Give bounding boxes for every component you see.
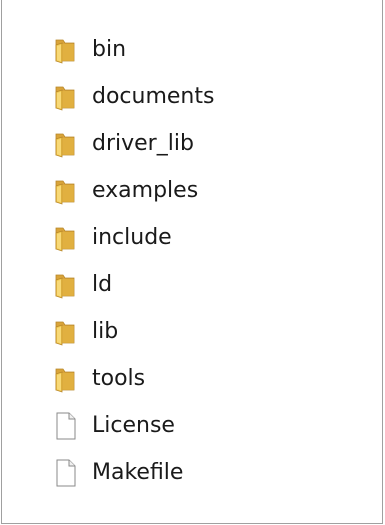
folder-icon xyxy=(54,359,90,399)
folder-icon xyxy=(54,77,90,117)
item-name: ld xyxy=(92,271,113,297)
folder-icon xyxy=(54,218,90,258)
file-item[interactable]: License xyxy=(54,402,214,449)
folder-item[interactable]: bin xyxy=(54,26,214,73)
folder-item[interactable]: tools xyxy=(54,355,214,402)
item-name: driver_lib xyxy=(92,130,194,156)
folder-icon xyxy=(54,171,90,211)
file-icon xyxy=(54,453,90,493)
folder-icon xyxy=(54,30,90,70)
file-list: bin documents driver_lib examples includ… xyxy=(54,26,214,496)
file-explorer-pane: bin documents driver_lib examples includ… xyxy=(1,0,383,524)
folder-item[interactable]: ld xyxy=(54,261,214,308)
folder-item[interactable]: examples xyxy=(54,167,214,214)
item-name: examples xyxy=(92,177,199,203)
item-name: documents xyxy=(92,83,215,109)
folder-icon xyxy=(54,312,90,352)
folder-icon xyxy=(54,124,90,164)
item-name: include xyxy=(92,224,172,250)
item-name: tools xyxy=(92,365,146,391)
item-name: License xyxy=(92,412,175,438)
folder-icon xyxy=(54,265,90,305)
folder-item[interactable]: include xyxy=(54,214,214,261)
file-icon xyxy=(54,406,90,446)
folder-item[interactable]: documents xyxy=(54,73,214,120)
item-name: bin xyxy=(92,36,127,62)
folder-item[interactable]: lib xyxy=(54,308,214,355)
item-name: Makefile xyxy=(92,459,184,485)
file-item[interactable]: Makefile xyxy=(54,449,214,496)
item-name: lib xyxy=(92,318,119,344)
folder-item[interactable]: driver_lib xyxy=(54,120,214,167)
